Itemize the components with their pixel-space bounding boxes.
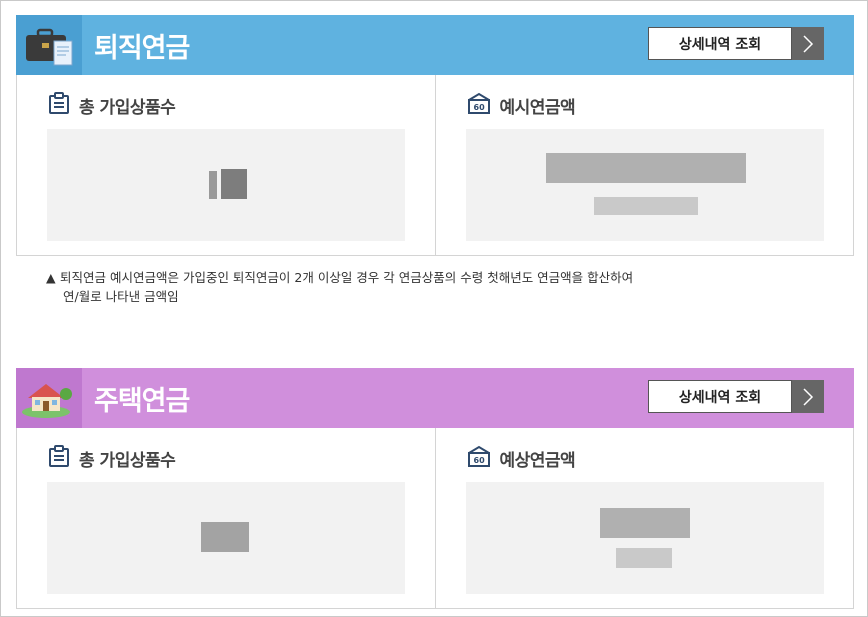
housing-pension-header: 주택연금 상세내역 조회: [16, 368, 854, 428]
retirement-estimated-amount-title: 예시연금액: [499, 97, 576, 118]
retirement-product-count-panel: 총 가입상품수: [17, 75, 435, 255]
svg-text:60: 60: [473, 103, 485, 112]
retirement-pension-panels: 총 가입상품수 60 예시연금액: [16, 75, 854, 256]
housing-pension-panels: 총 가입상품수 60 예상연금액: [16, 428, 854, 609]
note-marker: ▲: [46, 270, 56, 285]
housing-detail-button[interactable]: 상세내역 조회: [648, 380, 824, 413]
housing-product-count-value: [47, 482, 405, 594]
list-clipboard-icon: [47, 91, 71, 119]
house-icon: [16, 368, 82, 428]
calendar-60-icon: 60: [466, 444, 492, 472]
note-line-1: 퇴직연금 예시연금액은 가입중인 퇴직연금이 2개 이상일 경우 각 연금상품의…: [60, 270, 634, 285]
briefcase-icon: [16, 15, 82, 75]
retirement-pension-section: 퇴직연금 상세내역 조회 총 가입상품수 60 예시연금액: [16, 15, 854, 256]
housing-product-count-panel: 총 가입상품수: [17, 428, 435, 608]
housing-estimated-amount-value: [465, 482, 824, 594]
chevron-right-icon: [792, 27, 824, 60]
retirement-estimate-note: ▲ 퇴직연금 예시연금액은 가입중인 퇴직연금이 2개 이상일 경우 각 연금상품…: [46, 268, 836, 306]
retirement-estimated-amount-value: [465, 129, 824, 241]
retirement-pension-header: 퇴직연금 상세내역 조회: [16, 15, 854, 75]
housing-pension-section: 주택연금 상세내역 조회 총 가입상품수 60 예상연금액: [16, 368, 854, 609]
calendar-60-icon: 60: [466, 91, 492, 119]
housing-pension-title: 주택연금: [94, 386, 190, 417]
retirement-estimated-amount-panel: 60 예시연금액: [434, 75, 854, 255]
retirement-product-count-value: [47, 129, 405, 241]
chevron-right-icon: [792, 380, 824, 413]
retirement-detail-button-label: 상세내역 조회: [648, 27, 792, 60]
retirement-detail-button[interactable]: 상세내역 조회: [648, 27, 824, 60]
housing-estimated-amount-panel: 60 예상연금액: [434, 428, 854, 608]
housing-estimated-amount-title: 예상연금액: [499, 450, 576, 471]
note-line-2: 연/월로 나타낸 금액임: [63, 289, 179, 304]
housing-detail-button-label: 상세내역 조회: [648, 380, 792, 413]
retirement-pension-title: 퇴직연금: [94, 33, 190, 64]
list-clipboard-icon: [47, 444, 71, 472]
svg-text:60: 60: [473, 456, 485, 465]
housing-product-count-title: 총 가입상품수: [79, 450, 176, 471]
retirement-product-count-title: 총 가입상품수: [79, 97, 176, 118]
